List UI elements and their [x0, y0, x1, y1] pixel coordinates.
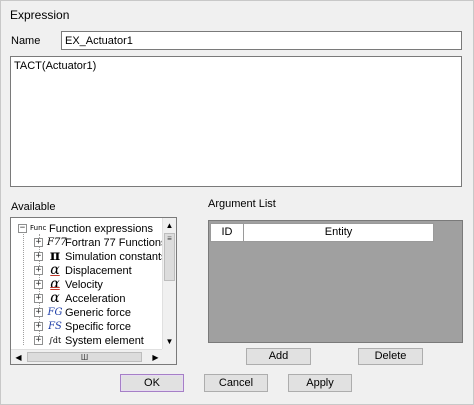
column-header-entity[interactable]: Entity — [243, 223, 434, 242]
scrollbar-corner — [162, 349, 176, 364]
expand-icon[interactable]: + — [34, 294, 43, 303]
tree-viewport: − Func Function expressions + F77 Fortra… — [18, 223, 164, 347]
argument-list-label: Argument List — [208, 198, 276, 210]
dialog-title: Expression — [10, 8, 70, 22]
vertical-scroll-thumb[interactable]: ≡ — [164, 233, 175, 281]
tree-connector — [23, 232, 24, 345]
name-input[interactable] — [61, 31, 462, 50]
collapse-icon[interactable]: − — [18, 224, 27, 233]
scroll-left-icon[interactable]: ◀ — [12, 351, 25, 364]
generic-force-icon: FG — [47, 307, 63, 318]
horizontal-scroll-thumb[interactable]: Ш — [27, 352, 142, 362]
system-element-icon: ∫dt — [48, 336, 62, 345]
available-tree[interactable]: − Func Function expressions + F77 Fortra… — [10, 217, 177, 365]
scroll-up-icon[interactable]: ▲ — [163, 219, 176, 232]
cancel-button[interactable]: Cancel — [204, 374, 268, 392]
expand-icon[interactable]: + — [34, 322, 43, 331]
function-expressions-icon: Func — [30, 224, 47, 232]
delete-button[interactable]: Delete — [358, 348, 423, 365]
column-header-id[interactable]: ID — [210, 223, 244, 242]
tree-horizontal-scrollbar[interactable]: ◀ Ш ▶ — [11, 349, 164, 364]
scroll-right-icon[interactable]: ▶ — [149, 351, 162, 364]
expand-icon[interactable]: + — [34, 238, 43, 247]
name-label: Name — [11, 35, 41, 47]
tree-vertical-scrollbar[interactable]: ▲ ≡ ▼ — [162, 218, 176, 349]
acceleration-icon: α — [50, 290, 60, 306]
scroll-down-icon[interactable]: ▼ — [163, 335, 176, 348]
specific-force-icon: FS — [48, 321, 62, 332]
expand-icon[interactable]: + — [34, 336, 43, 345]
expand-icon[interactable]: + — [34, 280, 43, 289]
expand-icon[interactable]: + — [34, 252, 43, 261]
available-label: Available — [11, 201, 56, 213]
expand-icon[interactable]: + — [34, 308, 43, 317]
add-button[interactable]: Add — [246, 348, 311, 365]
expression-editor[interactable]: TACT(Actuator1) — [10, 56, 462, 187]
apply-button[interactable]: Apply — [288, 374, 352, 392]
expand-icon[interactable]: + — [34, 266, 43, 275]
argument-list-table[interactable]: ID Entity — [208, 220, 463, 343]
ok-button[interactable]: OK — [120, 374, 184, 392]
